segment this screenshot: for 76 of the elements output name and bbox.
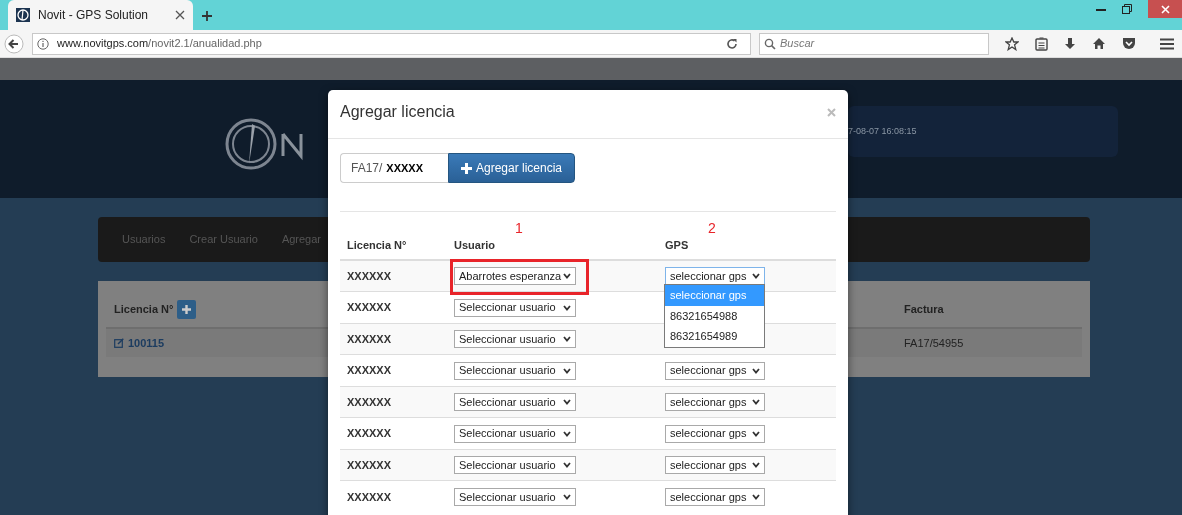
chevron-icon	[752, 493, 760, 500]
table-cell: XXXXXX	[347, 395, 392, 408]
chevron-icon	[752, 367, 760, 374]
gps-select[interactable]: seleccionar gps	[665, 267, 765, 286]
chevron-icon	[563, 430, 571, 437]
user-select[interactable]: Seleccionar usuario	[454, 298, 576, 317]
close-window-button[interactable]	[1148, 0, 1182, 18]
table-cell-text: FA17/54955	[904, 335, 964, 351]
column-header: Licencia N°	[114, 301, 174, 317]
favicon-icon	[16, 8, 30, 22]
column-header: GPS	[665, 238, 689, 251]
annotation-number: 1	[514, 220, 524, 237]
chevron-icon	[563, 367, 571, 374]
chevron-icon	[563, 399, 571, 406]
chevron-icon	[563, 462, 571, 469]
edit-icon	[114, 338, 124, 348]
back-icon[interactable]	[4, 33, 24, 54]
column-header: Licencia N°	[347, 238, 407, 251]
column-header: Factura	[904, 301, 944, 317]
reload-icon[interactable]	[726, 37, 738, 50]
modal-title: Agregar licencia	[340, 102, 455, 122]
user-select[interactable]: Abarrotes esperanza	[454, 267, 576, 286]
search-field[interactable]: Buscar	[759, 32, 989, 55]
datetime-text: 7-08-07 16:08:15	[848, 124, 917, 138]
table-cell: XXXXXX	[347, 301, 392, 314]
new-tab-icon[interactable]	[201, 10, 213, 22]
reading-list-icon[interactable]	[1035, 36, 1048, 51]
pocket-icon[interactable]	[1122, 37, 1136, 50]
add-license-button[interactable]: Agregar licencia	[447, 153, 575, 183]
plus-icon	[460, 162, 472, 174]
user-select[interactable]: Seleccionar usuario	[454, 393, 576, 412]
chevron-icon	[752, 462, 760, 469]
chevron-icon	[563, 336, 571, 343]
chevron-icon	[563, 273, 571, 280]
url-text: www.novitgps.com/novit2.1/anualidad.php	[57, 36, 263, 52]
star-icon[interactable]	[1005, 36, 1019, 51]
table-cell: XXXXXX	[347, 458, 392, 471]
user-select[interactable]: Seleccionar usuario	[454, 361, 576, 380]
user-select[interactable]: Seleccionar usuario	[454, 330, 576, 349]
tab-title: Novit - GPS Solution	[38, 7, 150, 24]
table-cell: XXXXXX	[347, 270, 392, 283]
close-icon	[827, 107, 836, 117]
chevron-icon	[563, 304, 571, 311]
gps-select[interactable]: seleccionar gps	[665, 424, 765, 443]
table-cell: XXXXXX	[347, 332, 392, 345]
menu-icon[interactable]	[1160, 37, 1174, 50]
info-icon	[37, 37, 49, 50]
column-header: Usuario	[454, 238, 495, 251]
search-icon	[764, 37, 776, 50]
add-button[interactable]	[177, 299, 197, 319]
chevron-icon	[752, 273, 760, 280]
close-icon	[1160, 4, 1170, 14]
invoice-field[interactable]: FA17/ XXXXX	[340, 153, 448, 183]
restore-icon[interactable]	[1122, 4, 1132, 14]
chevron-icon	[752, 399, 760, 406]
browser-tab[interactable]: Novit - GPS Solution	[8, 0, 193, 30]
gps-select[interactable]: seleccionar gps	[665, 361, 765, 380]
table-cell: XXXXXX	[347, 490, 392, 503]
address-bar[interactable]: www.novitgps.com/novit2.1/anualidad.php	[32, 32, 751, 55]
home-icon[interactable]	[1092, 37, 1106, 50]
chevron-icon	[752, 430, 760, 437]
close-icon[interactable]	[175, 10, 185, 20]
minimize-icon[interactable]	[1096, 8, 1106, 12]
user-select[interactable]: Seleccionar usuario	[454, 424, 576, 443]
gps-select[interactable]: seleccionar gps	[665, 393, 765, 412]
gps-select[interactable]: seleccionar gps	[665, 456, 765, 475]
table-cell: XXXXXX	[347, 427, 392, 440]
gps-select[interactable]: seleccionar gps	[665, 487, 765, 506]
annotation-number: 2	[707, 220, 717, 237]
plus-icon	[182, 304, 192, 314]
user-select[interactable]: Seleccionar usuario	[454, 487, 576, 506]
table-cell: XXXXXX	[347, 364, 392, 377]
dropdown-option[interactable]: 86321654988	[665, 305, 764, 327]
download-icon[interactable]	[1064, 36, 1076, 51]
chevron-icon	[563, 493, 571, 500]
user-select[interactable]: Seleccionar usuario	[454, 456, 576, 475]
